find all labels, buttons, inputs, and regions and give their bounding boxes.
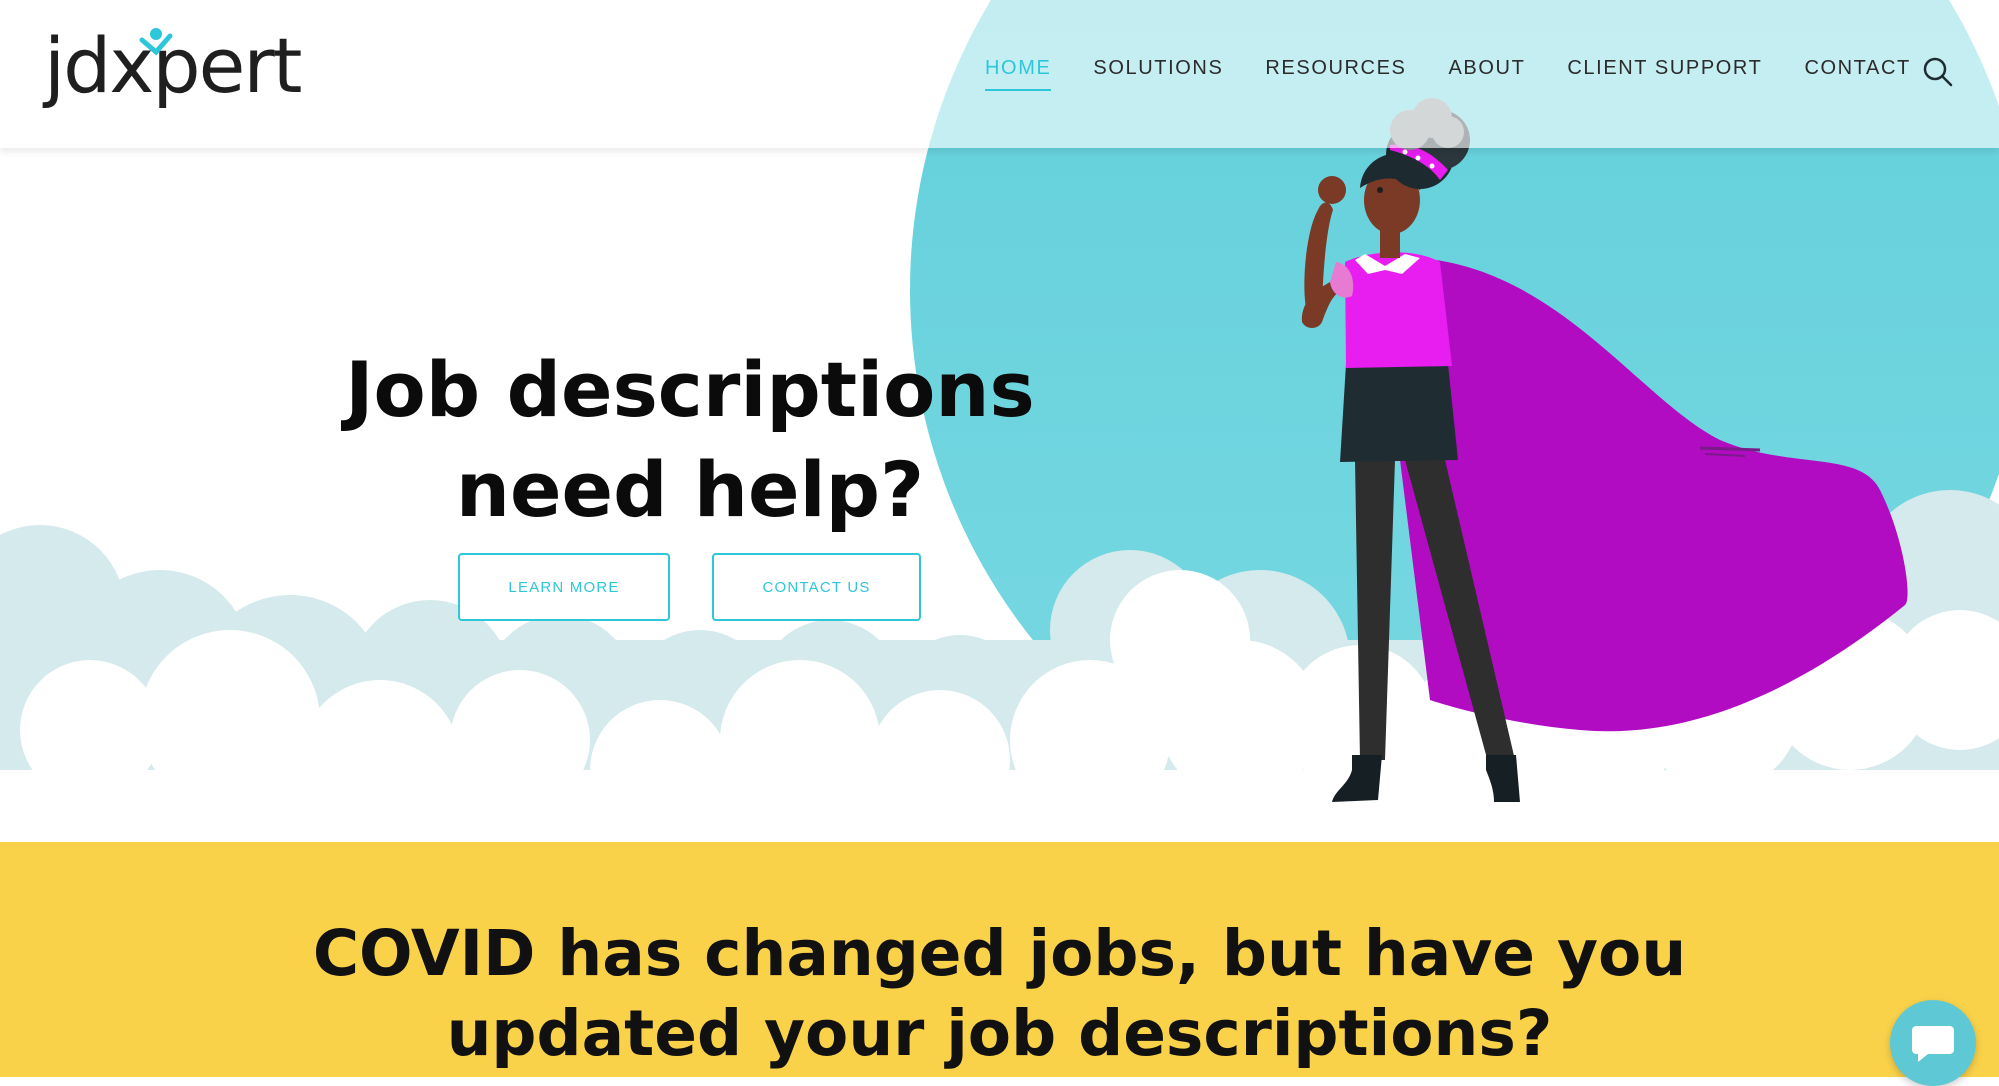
nav-client-support[interactable]: CLIENT SUPPORT — [1567, 57, 1762, 91]
nav-about[interactable]: ABOUT — [1448, 57, 1525, 91]
main-navigation: HOME SOLUTIONS RESOURCES ABOUT CLIENT SU… — [985, 57, 1911, 91]
chat-bubble-icon — [1912, 1026, 1954, 1062]
covid-heading-line-1: COVID has changed jobs, but have you — [312, 917, 1687, 990]
logo-figure-icon — [139, 28, 173, 56]
nav-contact[interactable]: CONTACT — [1804, 57, 1910, 91]
chat-button[interactable] — [1890, 1000, 1976, 1086]
learn-more-button[interactable]: LEARN MORE — [458, 553, 670, 621]
covid-heading-line-2: updated your job descriptions? — [446, 997, 1553, 1070]
site-header: jdxpert HOME SOLUTIONS RESOURCES ABOUT C… — [0, 0, 1999, 148]
headline-line-1: Job descriptions — [345, 345, 1035, 434]
nav-resources[interactable]: RESOURCES — [1265, 57, 1406, 91]
headline-line-2: need help? — [455, 445, 925, 534]
nav-solutions[interactable]: SOLUTIONS — [1093, 57, 1223, 91]
hero-headline: Job descriptions need help? — [280, 340, 1100, 540]
search-icon[interactable] — [1920, 54, 1956, 90]
contact-us-button[interactable]: CONTACT US — [712, 553, 921, 621]
nav-home[interactable]: HOME — [985, 57, 1052, 91]
covid-banner: COVID has changed jobs, but have you upd… — [0, 842, 1999, 1077]
covid-heading: COVID has changed jobs, but have you upd… — [0, 914, 1999, 1074]
skirt — [1340, 364, 1458, 462]
